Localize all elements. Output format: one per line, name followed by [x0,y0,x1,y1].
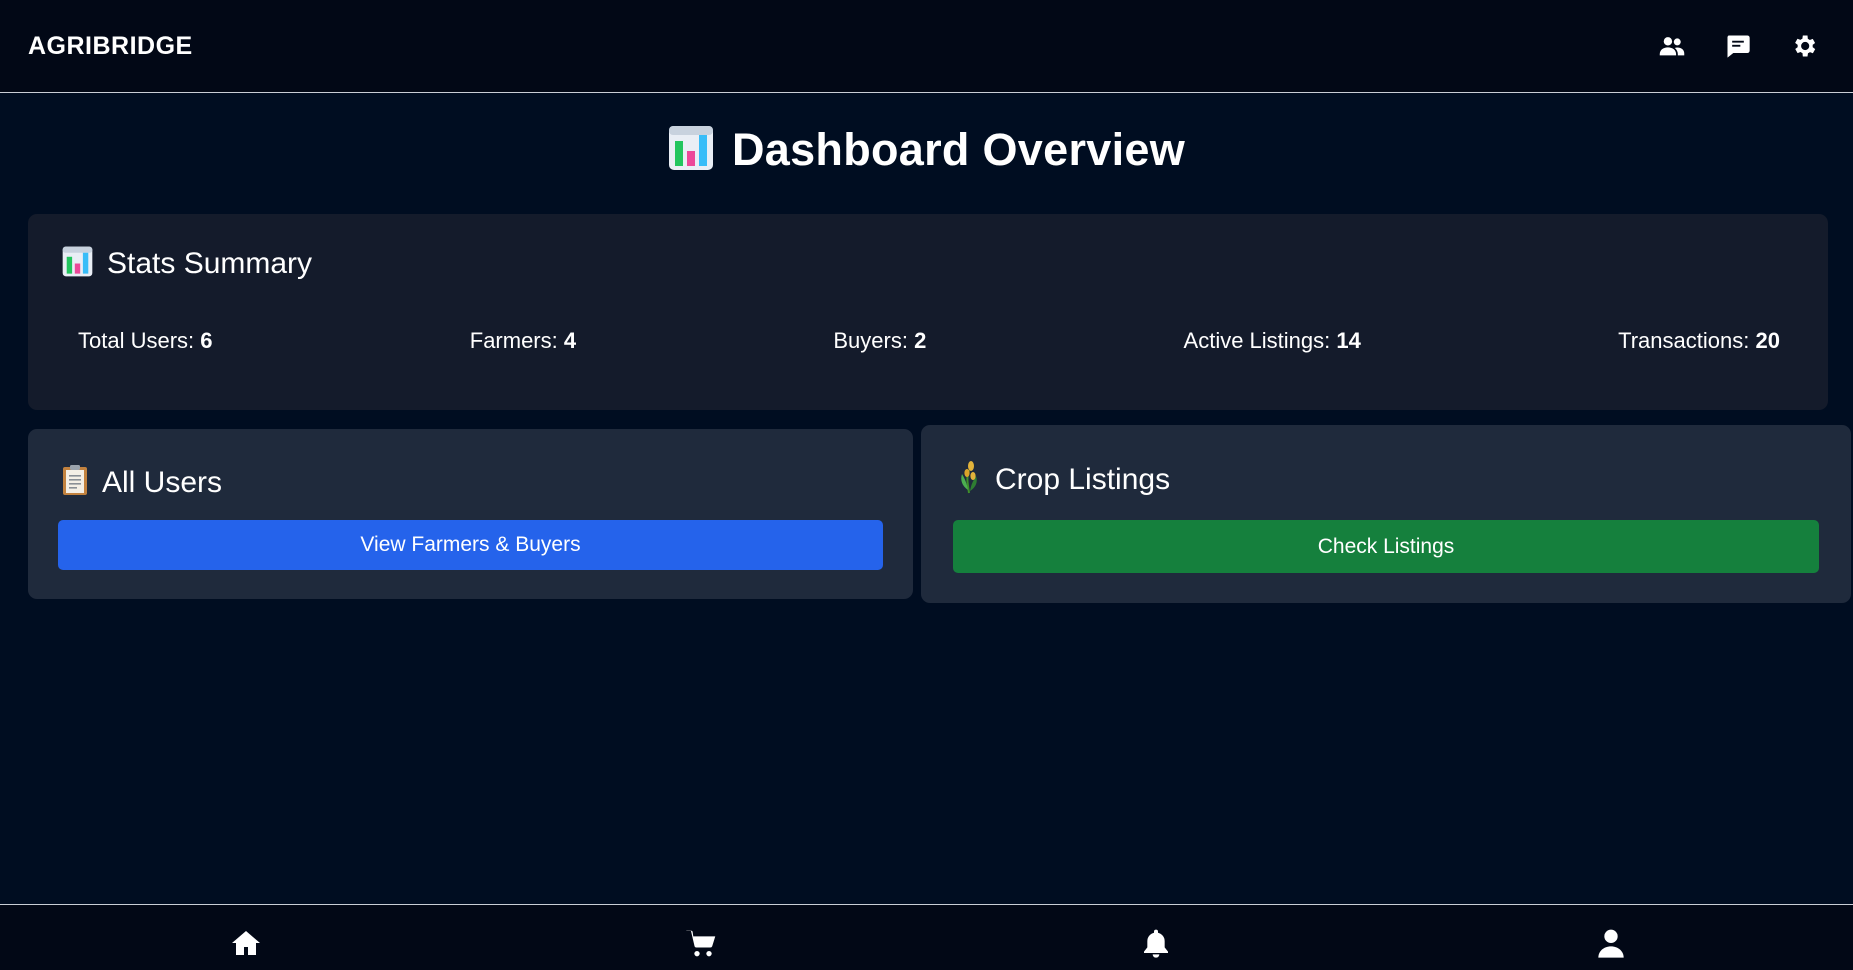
all-users-title: All Users [102,465,223,499]
users-icon[interactable] [1657,31,1687,61]
bottom-nav-bar [0,904,1853,970]
stat-label: Farmers: [469,328,558,353]
stats-summary-card: Stats Summary Total Users: 6 Farmers: 4 … [28,214,1828,410]
stats-summary-title: Stats Summary [107,247,313,280]
top-nav-bar: AGRIBRIDGE [0,0,1853,93]
gear-icon[interactable] [1789,31,1819,61]
bell-icon[interactable] [1140,927,1172,959]
top-icons-group [1657,31,1819,61]
crop-listings-header: Crop Listings [957,460,1170,499]
stat-buyers: Buyers: 2 [833,328,926,354]
crop-listings-title: Crop Listings [995,462,1171,496]
stat-value: 6 [200,328,213,353]
check-listings-button[interactable]: Check Listings [953,520,1819,573]
chat-icon[interactable] [1723,31,1753,61]
stat-value: 20 [1755,328,1780,353]
clipboard-icon [62,464,88,501]
stat-label: Buyers: [833,328,908,353]
all-users-header: All Users [62,464,222,501]
cart-icon[interactable] [685,927,717,959]
stats-summary-header: Stats Summary [62,246,312,282]
view-farmers-buyers-button[interactable]: View Farmers & Buyers [58,520,883,570]
stat-farmers: Farmers: 4 [470,328,576,354]
page-title: Dashboard Overview [0,124,1853,176]
stat-transactions: Transactions: 20 [1618,328,1780,354]
stat-total-users: Total Users: 6 [78,328,213,354]
bar-chart-icon [668,125,714,176]
stats-row: Total Users: 6 Farmers: 4 Buyers: 2 Acti… [78,328,1780,354]
stat-active-listings: Active Listings: 14 [1184,328,1361,354]
crop-listings-card: Crop Listings Check Listings [921,425,1851,603]
stat-value: 2 [914,328,927,353]
brand-logo-text[interactable]: AGRIBRIDGE [28,32,193,61]
stat-value: 4 [563,328,577,353]
page-title-text: Dashboard Overview [731,124,1186,175]
all-users-card: All Users View Farmers & Buyers [28,429,913,599]
crop-icon [957,460,981,499]
stat-label: Total Users: [78,328,195,353]
home-icon[interactable] [230,927,262,959]
bar-chart-icon [62,246,93,282]
profile-icon[interactable] [1595,927,1627,959]
stat-label: Transactions: [1618,328,1750,353]
stat-value: 14 [1336,328,1361,353]
stat-label: Active Listings: [1183,328,1331,353]
